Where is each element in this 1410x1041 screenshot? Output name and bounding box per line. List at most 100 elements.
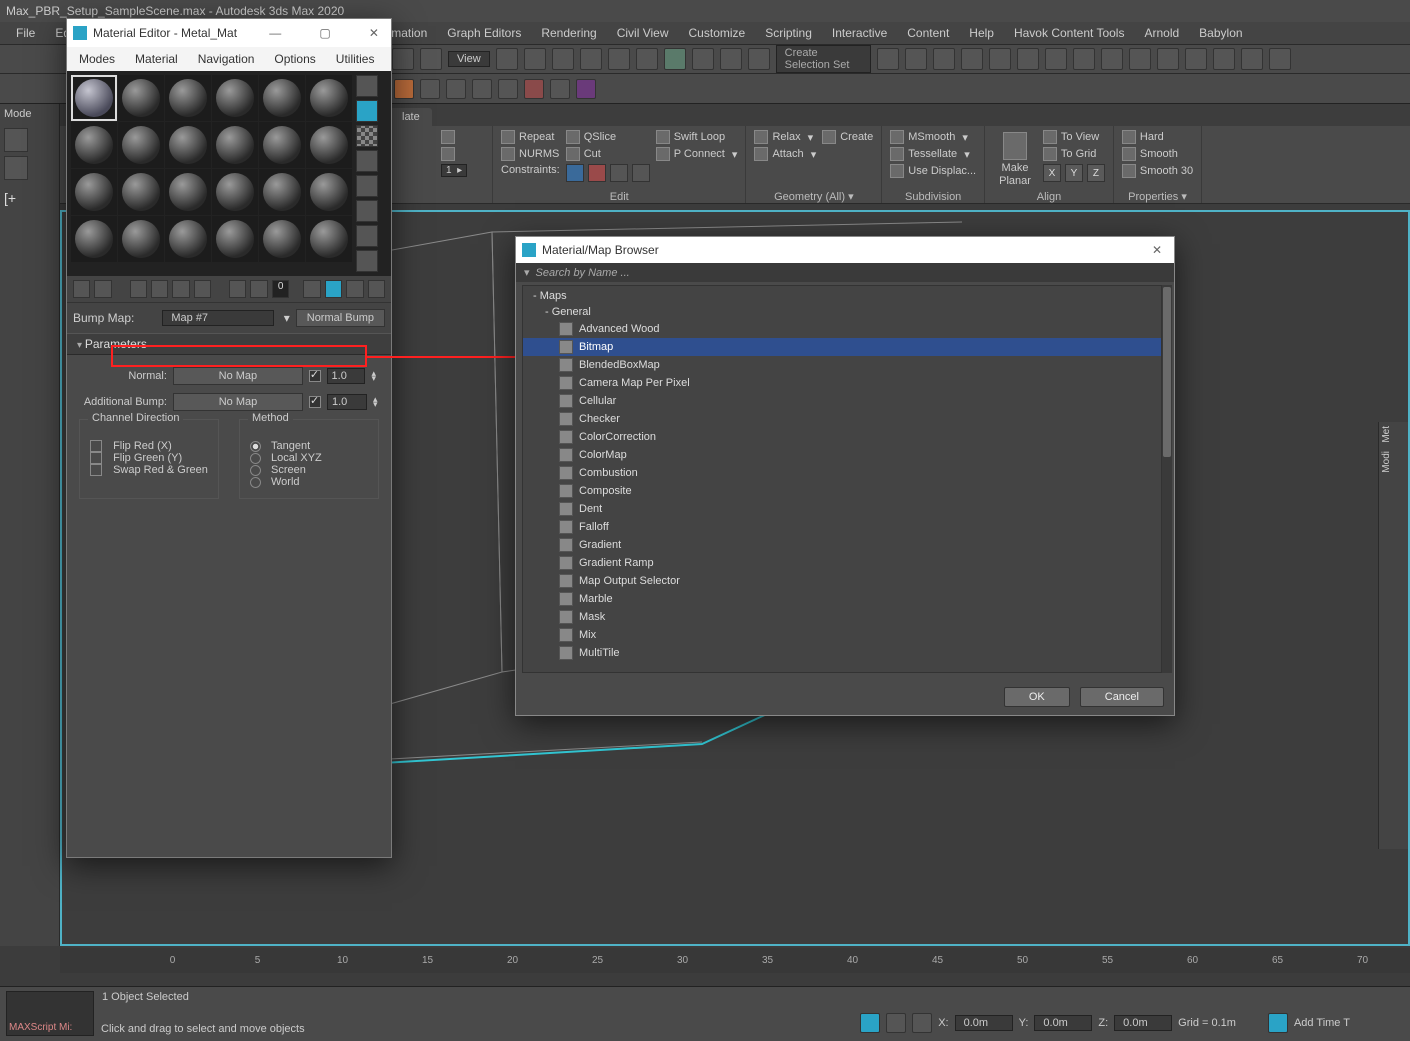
selection-set-dropdown[interactable]: Create Selection Set [776,45,871,73]
tree-scrollbar[interactable] [1162,285,1172,673]
addbump-amount-spinner[interactable]: 1.0 [327,394,367,410]
flip-green-checkbox[interactable] [90,452,102,464]
minimize-icon[interactable]: — [263,26,287,40]
tb-rotate-icon[interactable] [608,48,630,70]
material-slot[interactable] [306,122,352,168]
reset-icon[interactable] [151,280,168,298]
menu-interactive[interactable]: Interactive [824,26,895,40]
menu-grapheditors[interactable]: Graph Editors [439,26,529,40]
tb-btn[interactable] [933,48,955,70]
material-slot[interactable] [306,75,352,121]
map-item-combustion[interactable]: Combustion [523,464,1161,482]
tb-btn[interactable] [524,48,546,70]
go-forward-icon[interactable] [368,280,385,298]
material-slot[interactable] [165,216,211,262]
material-slot[interactable] [165,75,211,121]
timeline-ruler[interactable]: 0 5 10 15 20 25 30 35 40 45 50 55 60 65 … [60,948,1410,973]
tb-btn[interactable] [496,48,518,70]
ok-button[interactable]: OK [1004,687,1070,707]
mated-menu-modes[interactable]: Modes [71,52,123,66]
tb-move-icon[interactable] [580,48,602,70]
mated-titlebar[interactable]: Material Editor - Metal_Mat — ▢ ✕ [67,19,391,47]
tb2-btn[interactable] [446,79,466,99]
tb2-btn[interactable] [524,79,544,99]
normal-enable-checkbox[interactable] [309,370,321,382]
material-slot[interactable] [118,216,164,262]
tb-btn[interactable] [692,48,714,70]
map-tree[interactable]: - Maps- GeneralAdvanced WoodBitmapBlende… [522,285,1162,673]
map-item-bitmap[interactable]: Bitmap [523,338,1161,356]
material-slot[interactable] [212,75,258,121]
tb-mated-icon[interactable] [1157,48,1179,70]
tb-teapot2-icon[interactable] [1269,48,1291,70]
mated-menu-navigation[interactable]: Navigation [190,52,263,66]
ribbon-tab-late[interactable]: late [390,108,432,126]
tb-render-frame-icon[interactable] [1213,48,1235,70]
go-parent-icon[interactable] [346,280,363,298]
x-field[interactable]: 0.0m [955,1015,1013,1031]
constraint-none-icon[interactable] [566,164,584,182]
timetag-icon[interactable] [1268,1013,1288,1033]
tb-layers-icon[interactable] [1017,48,1039,70]
ribbon-attach[interactable]: Attach ▾ [754,147,816,161]
material-slot[interactable] [71,75,117,121]
material-slot[interactable] [212,122,258,168]
map-item-composite[interactable]: Composite [523,482,1161,500]
tb-btn[interactable] [420,48,442,70]
map-item-map-output-selector[interactable]: Map Output Selector [523,572,1161,590]
ribbon-relax[interactable]: Relax ▾ [754,130,816,144]
swap-rg-checkbox[interactable] [90,464,102,476]
material-slot[interactable] [118,75,164,121]
map-item-camera-map-per-pixel[interactable]: Camera Map Per Pixel [523,374,1161,392]
material-slot[interactable] [259,75,305,121]
ribbon-create[interactable]: Create [822,130,873,144]
put-to-scene-icon[interactable] [94,280,111,298]
show-end-icon[interactable] [325,280,342,298]
ribbon-toview[interactable]: To View [1043,130,1105,144]
tb-schematic-icon[interactable] [1129,48,1151,70]
tb-snap-icon[interactable] [664,48,686,70]
tb2-btn[interactable] [394,79,414,99]
map-item-mask[interactable]: Mask [523,608,1161,626]
map-item-advanced-wood[interactable]: Advanced Wood [523,320,1161,338]
map-item-checker[interactable]: Checker [523,410,1161,428]
video-color-icon[interactable] [356,175,378,197]
delete-icon[interactable] [172,280,189,298]
tb-scale-icon[interactable] [636,48,658,70]
tb2-btn[interactable] [420,79,440,99]
command-panel-collapsed[interactable]: Met Modi [1378,422,1408,849]
menu-arnold[interactable]: Arnold [1136,26,1187,40]
normal-amount-spinner[interactable]: 1.0 [327,368,366,384]
method-world-radio[interactable] [250,477,261,488]
tb2-btn[interactable] [576,79,596,99]
map-item-colormap[interactable]: ColorMap [523,446,1161,464]
material-slot[interactable] [212,169,258,215]
tb-btn[interactable] [989,48,1011,70]
menu-content[interactable]: Content [899,26,957,40]
constraint-normal-icon[interactable] [632,164,650,182]
rollout-parameters-header[interactable]: Parameters [67,333,391,355]
options-icon[interactable] [356,200,378,222]
material-slot[interactable] [118,169,164,215]
make-copy-icon[interactable] [194,280,211,298]
map-item-gradient[interactable]: Gradient [523,536,1161,554]
material-slot[interactable] [165,169,211,215]
tb-mirror-icon[interactable] [905,48,927,70]
ribbon-makeplanar[interactable]: Make Planar [993,130,1037,189]
menu-havok[interactable]: Havok Content Tools [1006,26,1133,40]
ribbon-swiftloop[interactable]: Swift Loop [656,130,738,144]
mated-menu-utilities[interactable]: Utilities [328,52,383,66]
method-localxyz-radio[interactable] [250,453,261,464]
menu-rendering[interactable]: Rendering [533,26,604,40]
menu-help[interactable]: Help [961,26,1002,40]
mated-menu-material[interactable]: Material [127,52,186,66]
mapbrowser-titlebar[interactable]: Material/Map Browser ✕ [516,237,1174,263]
assign-icon[interactable] [130,280,147,298]
right-tab-modi[interactable]: Modi [1379,447,1394,477]
ribbon-usedisplace[interactable]: Use Displac... [890,164,976,178]
addtime-label[interactable]: Add Time T [1294,1017,1350,1029]
background-icon[interactable] [356,125,378,147]
options-dropdown-icon[interactable]: ▾ [524,266,530,279]
flip-red-checkbox[interactable] [90,440,102,452]
left-tool-icon[interactable] [4,128,28,152]
